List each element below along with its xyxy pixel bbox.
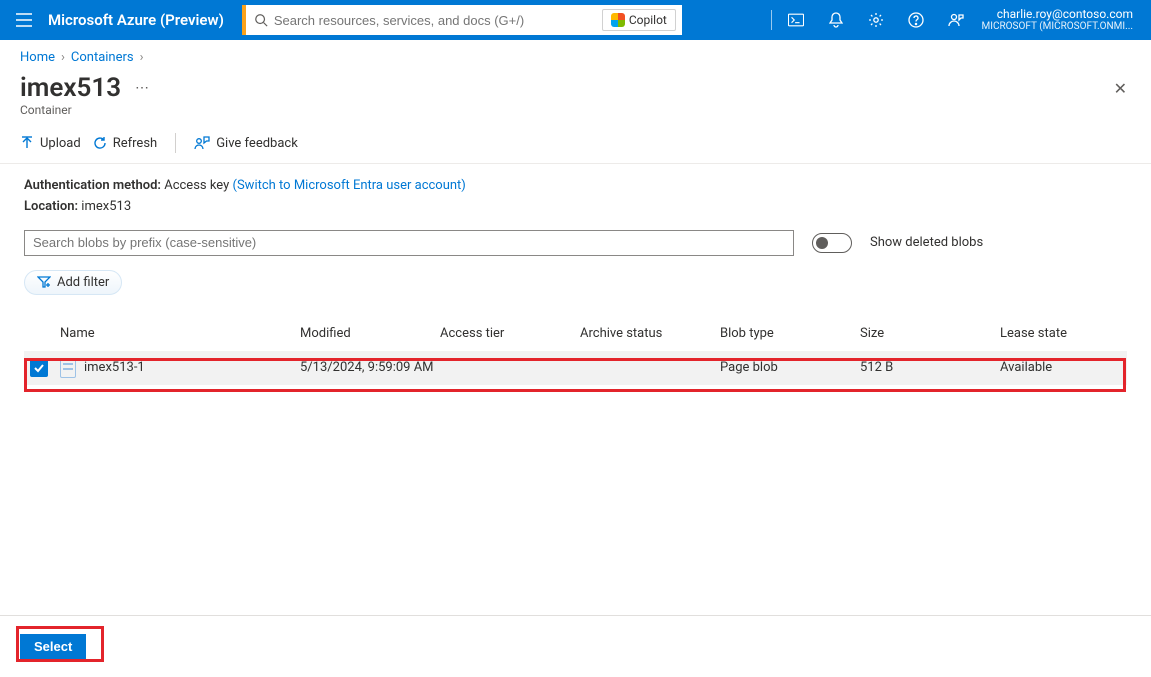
col-access-tier[interactable]: Access tier: [440, 326, 580, 341]
col-size[interactable]: Size: [860, 326, 1000, 341]
azure-top-bar: Microsoft Azure (Preview) Copilot: [0, 0, 1151, 40]
global-search-input[interactable]: [274, 13, 598, 28]
row-blob-type: Page blob: [720, 360, 860, 375]
location-label: Location:: [24, 199, 78, 214]
filter-icon: [37, 276, 51, 288]
location-value: imex513: [81, 199, 131, 214]
chevron-right-icon: ›: [61, 50, 65, 65]
page-subtitle: Container: [0, 103, 1151, 125]
cloud-shell-icon[interactable]: [776, 0, 816, 40]
row-checkbox[interactable]: [30, 359, 48, 377]
col-blob-type[interactable]: Blob type: [720, 326, 860, 341]
footer-bar: Select: [0, 615, 1151, 677]
copilot-label: Copilot: [629, 13, 667, 27]
feedback-person-icon[interactable]: [936, 0, 976, 40]
show-deleted-toggle[interactable]: [812, 233, 852, 253]
settings-icon[interactable]: [856, 0, 896, 40]
upload-label: Upload: [40, 136, 81, 151]
give-feedback-button[interactable]: Give feedback: [194, 136, 298, 151]
brand-label[interactable]: Microsoft Azure (Preview): [44, 11, 242, 29]
feedback-icon: [194, 136, 210, 150]
refresh-icon: [93, 136, 107, 150]
upload-button[interactable]: Upload: [20, 136, 81, 151]
blobs-table: Name Modified Access tier Archive status…: [24, 317, 1127, 385]
breadcrumb: Home › Containers ›: [0, 40, 1151, 69]
auth-method-label: Authentication method:: [24, 178, 161, 193]
search-icon: [246, 13, 274, 27]
hamburger-menu-icon[interactable]: [4, 0, 44, 40]
info-block: Authentication method: Access key (Switc…: [0, 164, 1151, 218]
table-header: Name Modified Access tier Archive status…: [24, 317, 1127, 351]
command-bar: Upload Refresh Give feedback: [0, 125, 1151, 164]
account-menu[interactable]: charlie.roy@contoso.com MICROSOFT (MICRO…: [976, 7, 1147, 33]
table-row[interactable]: imex513-1 5/13/2024, 9:59:09 AM Page blo…: [24, 351, 1127, 385]
more-actions-icon[interactable]: ⋯: [135, 80, 149, 96]
row-lease: Available: [1000, 360, 1130, 375]
switch-auth-link[interactable]: (Switch to Microsoft Entra user account): [233, 178, 466, 193]
separator: [175, 133, 176, 153]
file-icon: [60, 358, 76, 378]
col-archive[interactable]: Archive status: [580, 326, 720, 341]
breadcrumb-home[interactable]: Home: [20, 50, 55, 65]
auth-method-value: Access key: [164, 178, 229, 193]
copilot-icon: [611, 13, 625, 27]
user-email: charlie.roy@contoso.com: [982, 7, 1133, 21]
close-icon[interactable]: ✕: [1110, 75, 1131, 102]
global-search[interactable]: Copilot: [242, 5, 682, 35]
col-modified[interactable]: Modified: [300, 326, 440, 341]
col-name[interactable]: Name: [60, 326, 300, 341]
row-name[interactable]: imex513-1: [84, 360, 145, 375]
feedback-label: Give feedback: [216, 136, 298, 151]
add-filter-label: Add filter: [57, 275, 109, 290]
select-button[interactable]: Select: [20, 634, 86, 660]
notifications-icon[interactable]: [816, 0, 856, 40]
refresh-button[interactable]: Refresh: [93, 136, 157, 151]
copilot-button[interactable]: Copilot: [602, 9, 676, 31]
row-modified: 5/13/2024, 9:59:09 AM: [300, 360, 440, 375]
help-icon[interactable]: [896, 0, 936, 40]
show-deleted-label: Show deleted blobs: [870, 235, 983, 250]
breadcrumb-containers[interactable]: Containers: [71, 50, 134, 65]
blob-search-input[interactable]: [24, 230, 794, 256]
page-title: imex513: [20, 73, 121, 103]
add-filter-button[interactable]: Add filter: [24, 270, 122, 295]
row-size: 512 B: [860, 360, 1000, 375]
refresh-label: Refresh: [113, 136, 157, 151]
chevron-right-icon: ›: [140, 50, 144, 65]
tenant-label: MICROSOFT (MICROSOFT.ONMI...: [982, 21, 1133, 33]
col-lease[interactable]: Lease state: [1000, 326, 1130, 341]
upload-icon: [20, 136, 34, 150]
